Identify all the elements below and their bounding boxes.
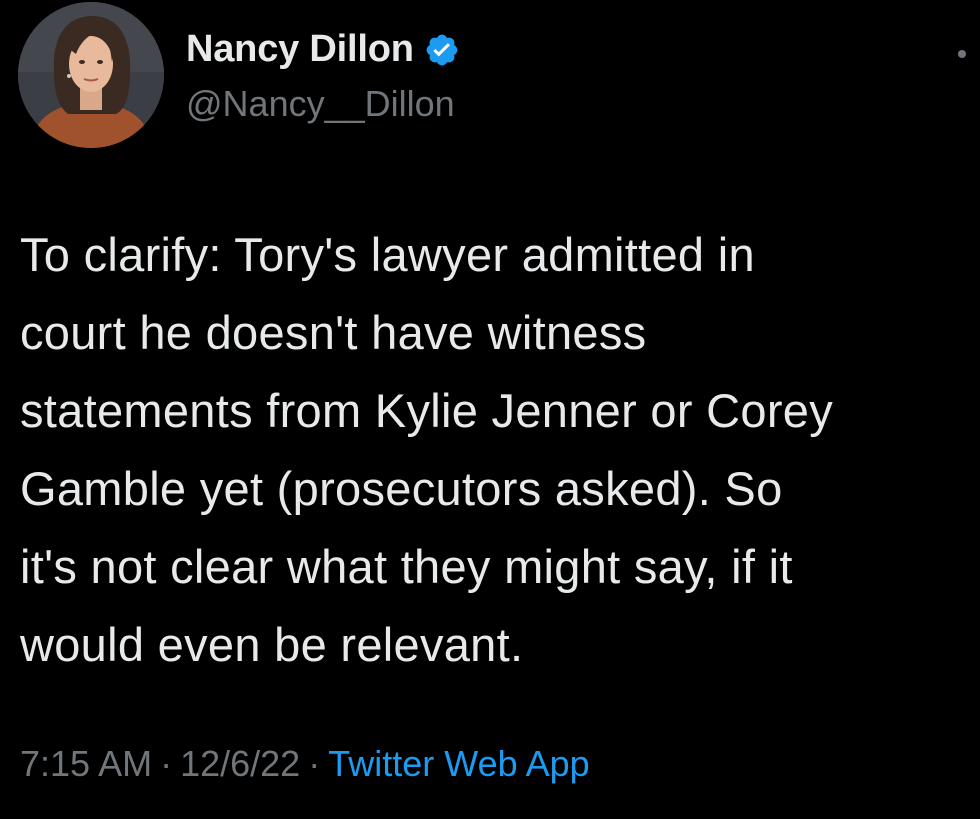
tweet-time[interactable]: 7:15 AM [20,743,152,784]
tweet-date[interactable]: 12/6/22 [180,743,300,784]
tweet-card: Nancy Dillon @Nancy__Dillon To clarify: … [0,0,980,819]
author-display-name[interactable]: Nancy Dillon [186,28,414,71]
avatar-image [18,2,164,148]
verified-badge-icon [424,32,460,68]
avatar[interactable] [18,2,164,148]
tweet-metadata: 7:15 AM · 12/6/22 · Twitter Web App [20,743,590,785]
tweet-text-line: Gamble yet (prosecutors asked). So [20,462,783,515]
tweet-text-line: it's not clear what they might say, if i… [20,540,793,593]
tweet-source-link[interactable]: Twitter Web App [328,743,589,784]
tweet-text-line: To clarify: Tory's lawyer admitted in [20,228,755,281]
tweet-text-line: court he doesn't have witness [20,306,647,359]
author-name-row: Nancy Dillon [186,28,460,71]
more-options-icon[interactable] [958,50,966,58]
tweet-text-line: would even be relevant. [20,618,524,671]
meta-separator: · [160,743,173,784]
tweet-text: To clarify: Tory's lawyer admitted in co… [20,216,980,676]
meta-separator: · [308,743,321,784]
author-handle[interactable]: @Nancy__Dillon [186,83,455,125]
tweet-text-line: statements from Kylie Jenner or Corey [20,384,834,437]
